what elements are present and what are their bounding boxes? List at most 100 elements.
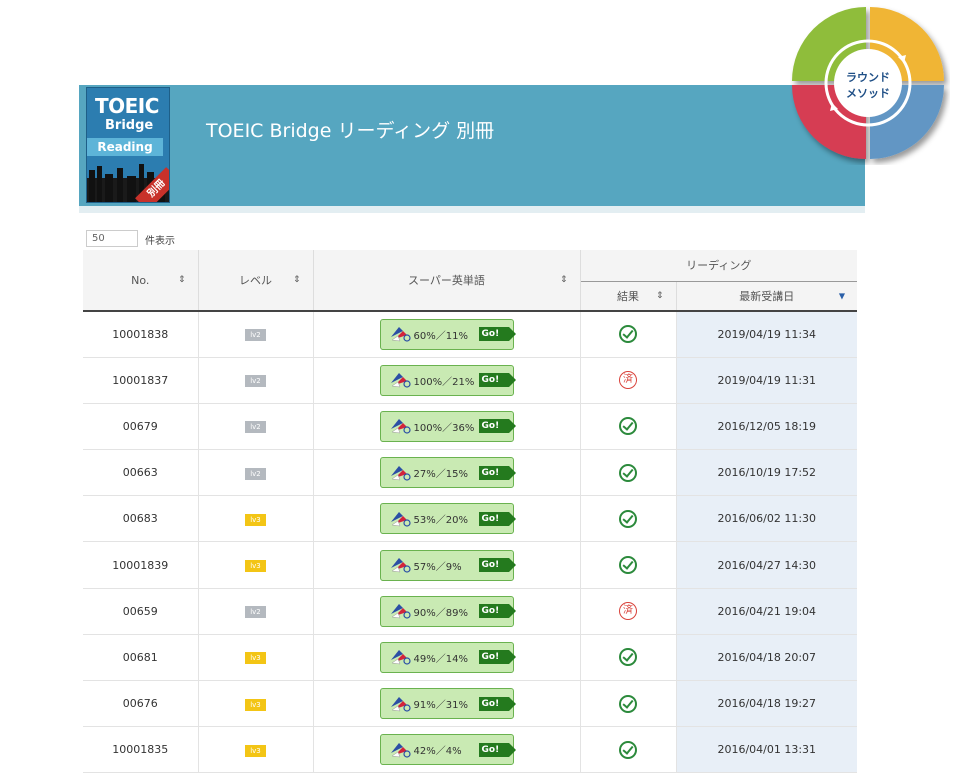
go-label: Go! [478, 558, 516, 573]
cell-result [580, 726, 677, 773]
go-label: Go! [478, 419, 516, 434]
column-header-no-label: No. [131, 273, 150, 287]
cell-result [580, 449, 677, 497]
cell-no: 00683 [83, 495, 199, 543]
column-header-no[interactable]: No. ⇕ [83, 250, 199, 312]
go-label: Go! [478, 742, 516, 757]
super-words-go-button[interactable]: 90%／89% Go! [379, 595, 516, 627]
cell-super-words: 49%／14% Go! [313, 634, 581, 682]
sort-icon: ⇕ [177, 275, 186, 285]
cell-no: 10001837 [83, 357, 199, 404]
level-badge: lv2 [245, 421, 266, 434]
table-row: 00659 lv2 90%／89% Go! 済 2016/04/21 19:04 [83, 588, 858, 635]
cell-level: lv2 [198, 449, 314, 497]
check-circle-icon [619, 463, 637, 482]
column-header-super-words-label: スーパー英単語 [408, 274, 485, 287]
done-stamp-icon: 済 [619, 602, 637, 621]
badge-line1: ラウンド [846, 71, 890, 84]
column-header-level-label: レベル [239, 274, 272, 287]
cell-level: lv2 [198, 403, 314, 451]
cell-result [580, 495, 677, 543]
word-progress-text: 42%／4% [413, 746, 462, 758]
level-badge: lv2 [245, 375, 266, 388]
table-row: 10001837 lv2 100%／21% Go! 済 2019/04/19 11:31 [83, 357, 858, 404]
cell-result [580, 311, 677, 358]
word-progress-text: 57%／9% [413, 561, 462, 573]
table-row: 10001838 lv2 60%／11% Go! 2019/04/19 11:34 [83, 311, 858, 358]
column-header-latest-date-label: 最新受講日 [739, 289, 795, 303]
level-badge: lv3 [245, 513, 266, 526]
flag-icon [390, 465, 411, 481]
cell-latest-date: 2016/04/18 19:27 [676, 680, 858, 728]
level-badge: lv2 [245, 606, 266, 619]
cell-latest-date: 2019/04/19 11:31 [676, 357, 858, 404]
word-progress-text: 53%／20% [413, 515, 468, 527]
cell-super-words: 100%／21% Go! [313, 357, 581, 404]
reading-list-table: No. ⇕ レベル ⇕ スーパー英単語 ⇕ リーディング 結果 ⇕ 最新受講日 … [83, 250, 858, 773]
super-words-go-button[interactable]: 27%／15% Go! [379, 457, 516, 489]
column-header-latest-date[interactable]: 最新受講日 ▼ [676, 281, 858, 312]
table-row: 00681 lv3 49%／14% Go! 2016/04/18 20:07 [83, 634, 858, 682]
super-words-go-button[interactable]: 60%／11% Go! [379, 318, 516, 350]
done-stamp-icon: 済 [619, 371, 637, 390]
word-progress-text: 91%／31% [413, 700, 468, 712]
cell-latest-date: 2016/06/02 11:30 [676, 495, 858, 543]
cell-no: 10001838 [83, 311, 199, 358]
level-badge: lv3 [245, 560, 266, 573]
super-words-go-button[interactable]: 53%／20% Go! [379, 503, 516, 535]
sort-icon: ⇕ [559, 275, 568, 285]
super-words-go-button[interactable]: 100%／21% Go! [379, 364, 516, 396]
cell-super-words: 42%／4% Go! [313, 726, 581, 773]
super-words-go-button[interactable]: 42%／4% Go! [379, 734, 516, 766]
cell-super-words: 27%／15% Go! [313, 449, 581, 497]
cell-latest-date: 2016/04/21 19:04 [676, 588, 858, 635]
per-page-select[interactable]: 50 [86, 230, 138, 247]
go-label: Go! [478, 327, 516, 342]
super-words-go-button[interactable]: 100%／36% Go! [379, 410, 516, 442]
cell-no: 10001835 [83, 726, 199, 773]
flag-icon [390, 650, 411, 666]
flag-icon [390, 604, 411, 619]
super-words-go-button[interactable]: 57%／9% Go! [379, 549, 516, 581]
check-circle-icon [619, 740, 637, 759]
check-circle-icon [619, 509, 637, 528]
super-words-go-button[interactable]: 49%／14% Go! [379, 641, 516, 673]
cover-subtitle: Bridge [105, 118, 154, 133]
column-header-super-words[interactable]: スーパー英単語 ⇕ [313, 250, 581, 312]
flag-icon [390, 373, 411, 388]
flag-icon [390, 419, 411, 435]
column-header-result[interactable]: 結果 ⇕ [580, 281, 677, 312]
header-underline [79, 206, 865, 213]
check-circle-icon [619, 417, 637, 436]
cover-title: TOEIC [95, 94, 159, 118]
cell-latest-date: 2016/10/19 17:52 [676, 449, 858, 497]
cell-level: lv3 [198, 634, 314, 682]
super-words-go-button[interactable]: 91%／31% Go! [379, 688, 516, 720]
cell-no: 00659 [83, 588, 199, 635]
go-label: Go! [478, 465, 516, 480]
cell-latest-date: 2016/04/27 14:30 [676, 541, 858, 589]
level-badge: lv2 [245, 329, 266, 342]
table-row: 10001835 lv3 42%／4% Go! 2016/04/01 13:31 [83, 726, 858, 773]
column-group-reading: リーディング [580, 250, 858, 282]
table-row: 00676 lv3 91%／31% Go! 2016/04/18 19:27 [83, 680, 858, 728]
check-circle-icon [619, 694, 637, 713]
cell-no: 00679 [83, 403, 199, 451]
word-progress-text: 100%／36% [413, 422, 475, 434]
column-header-level[interactable]: レベル ⇕ [198, 250, 314, 312]
cell-super-words: 100%／36% Go! [313, 403, 581, 451]
go-label: Go! [478, 696, 516, 711]
table-row: 00663 lv2 27%／15% Go! 2016/10/19 17:52 [83, 449, 858, 497]
cell-result [580, 541, 677, 589]
word-progress-text: 60%／11% [413, 330, 468, 342]
check-circle-icon [619, 556, 637, 575]
cell-no: 00681 [83, 634, 199, 682]
cell-level: lv2 [198, 311, 314, 358]
cell-level: lv3 [198, 680, 314, 728]
column-header-result-label: 結果 [617, 289, 639, 303]
go-label: Go! [478, 604, 516, 619]
flag-icon [390, 696, 411, 712]
word-progress-text: 49%／14% [413, 653, 468, 665]
cell-super-words: 91%／31% Go! [313, 680, 581, 728]
flag-icon [390, 327, 411, 342]
